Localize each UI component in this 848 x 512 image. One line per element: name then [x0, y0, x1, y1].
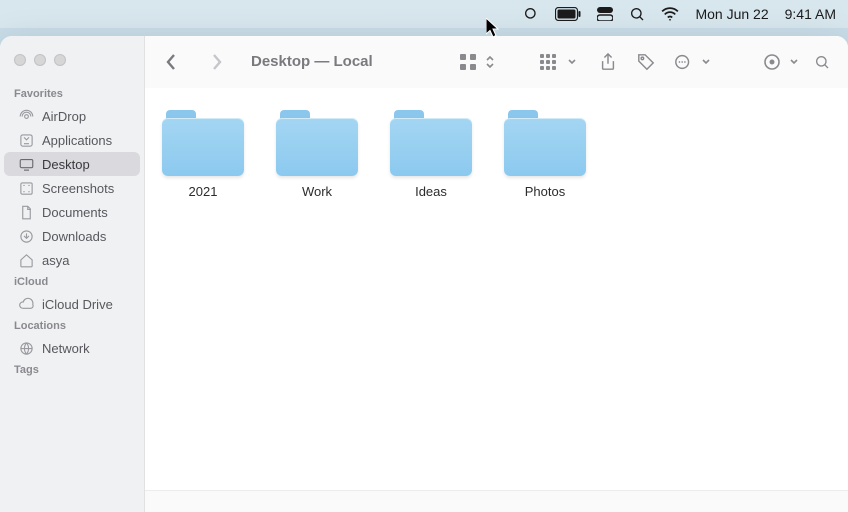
- folder-item[interactable]: Photos: [503, 110, 587, 199]
- sidebar-item-label: iCloud Drive: [42, 297, 113, 312]
- main-pane: Desktop — Local: [145, 36, 848, 512]
- sidebar-item-label: Screenshots: [42, 181, 114, 196]
- folder-name: Photos: [525, 184, 565, 199]
- screenshots-icon: [18, 180, 34, 196]
- tag-button[interactable]: [632, 49, 660, 75]
- folder-grid[interactable]: 2021 Work Ideas Photos: [145, 88, 848, 490]
- sidebar-section-label: iCloud: [0, 272, 144, 292]
- close-button[interactable]: [14, 54, 26, 66]
- group-by-button[interactable]: [536, 49, 564, 75]
- sidebar-item-asya[interactable]: asya: [4, 248, 140, 272]
- folder-icon: [276, 110, 358, 176]
- sidebar-item-label: Network: [42, 341, 90, 356]
- window-title: Desktop — Local: [251, 53, 373, 70]
- documents-icon: [18, 204, 34, 220]
- sidebar-section-label: Tags: [0, 360, 144, 380]
- sidebar-section-label: Locations: [0, 316, 144, 336]
- sidebar-item-label: asya: [42, 253, 69, 268]
- folder-icon: [162, 110, 244, 176]
- sync-button[interactable]: [758, 49, 786, 75]
- folder-item[interactable]: Work: [275, 110, 359, 199]
- chevron-updown-icon: [486, 56, 494, 68]
- zoom-button[interactable]: [54, 54, 66, 66]
- network-icon: [18, 340, 34, 356]
- home-icon: [18, 252, 34, 268]
- chevron-down-icon: [568, 59, 576, 65]
- chevron-down-icon: [702, 59, 710, 65]
- sidebar-item-documents[interactable]: Documents: [4, 200, 140, 224]
- folder-item[interactable]: 2021: [161, 110, 245, 199]
- sidebar: Favorites AirDrop Applications Desktop Scree…: [0, 36, 145, 512]
- chevron-down-icon: [790, 59, 798, 65]
- cloud-icon: [18, 296, 34, 312]
- control-center-icon[interactable]: [597, 0, 613, 28]
- window-controls: [0, 46, 144, 84]
- finder-window: Favorites AirDrop Applications Desktop Scree…: [0, 36, 848, 512]
- folder-icon: [390, 110, 472, 176]
- folder-name: Work: [302, 184, 332, 199]
- view-icon-button[interactable]: [454, 49, 482, 75]
- folder-name: 2021: [189, 184, 218, 199]
- loupe-icon[interactable]: [523, 0, 539, 28]
- sidebar-item-desktop[interactable]: Desktop: [4, 152, 140, 176]
- system-menubar: Mon Jun 22 9:41 AM: [0, 0, 848, 28]
- sidebar-item-downloads[interactable]: Downloads: [4, 224, 140, 248]
- sidebar-item-airdrop[interactable]: AirDrop: [4, 104, 140, 128]
- desktop-icon: [18, 156, 34, 172]
- minimize-button[interactable]: [34, 54, 46, 66]
- sidebar-item-screenshots[interactable]: Screenshots: [4, 176, 140, 200]
- menubar-date[interactable]: Mon Jun 22: [695, 6, 768, 22]
- share-button[interactable]: [594, 49, 622, 75]
- folder-item[interactable]: Ideas: [389, 110, 473, 199]
- wifi-icon[interactable]: [661, 0, 679, 28]
- sidebar-item-label: AirDrop: [42, 109, 86, 124]
- sidebar-item-label: Desktop: [42, 157, 90, 172]
- action-menu-button[interactable]: [670, 49, 698, 75]
- sidebar-item-label: Downloads: [42, 229, 106, 244]
- airdrop-icon: [18, 108, 34, 124]
- status-bar: [145, 490, 848, 512]
- downloads-icon: [18, 228, 34, 244]
- sidebar-item-label: Documents: [42, 205, 108, 220]
- forward-button[interactable]: [203, 49, 231, 75]
- sidebar-item-applications[interactable]: Applications: [4, 128, 140, 152]
- sidebar-section-label: Favorites: [0, 84, 144, 104]
- toolbar: Desktop — Local: [145, 36, 848, 88]
- toolbar-search-button[interactable]: [808, 49, 836, 75]
- folder-name: Ideas: [415, 184, 447, 199]
- search-icon[interactable]: [629, 0, 645, 28]
- sidebar-item-network[interactable]: Network: [4, 336, 140, 360]
- menubar-time[interactable]: 9:41 AM: [785, 6, 836, 22]
- sidebar-item-label: Applications: [42, 133, 112, 148]
- battery-icon[interactable]: [555, 0, 581, 28]
- folder-icon: [504, 110, 586, 176]
- sidebar-item-icloud-drive[interactable]: iCloud Drive: [4, 292, 140, 316]
- apps-icon: [18, 132, 34, 148]
- back-button[interactable]: [157, 49, 185, 75]
